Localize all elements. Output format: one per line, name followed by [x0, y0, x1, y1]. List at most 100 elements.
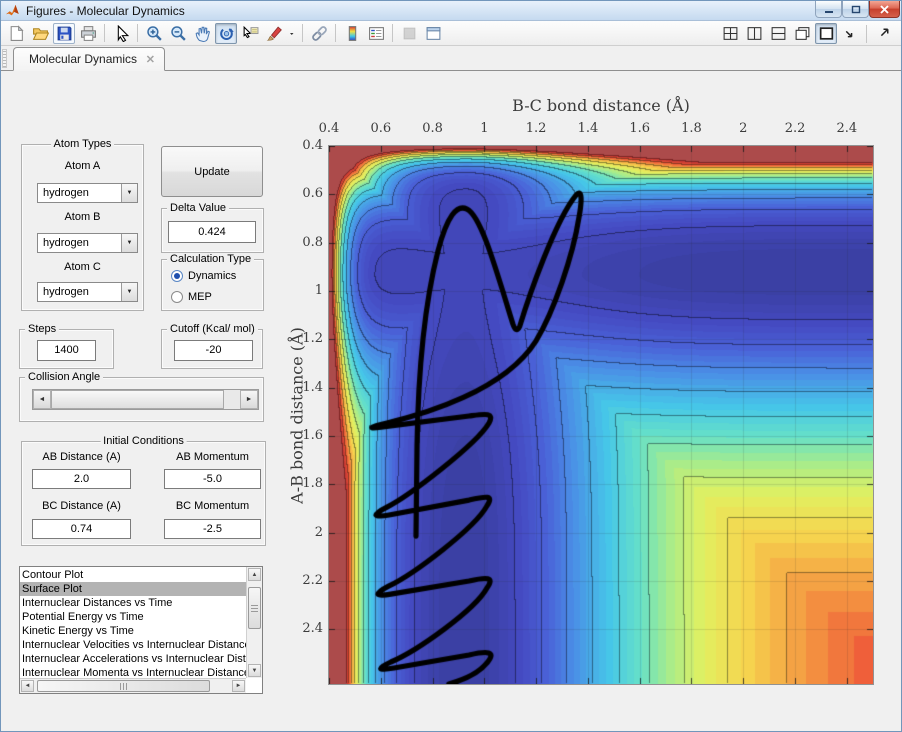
figure-palette-icon[interactable] — [422, 23, 444, 44]
ab-distance-label: AB Distance (A) — [32, 451, 131, 463]
list-item[interactable]: Internuclear Accelerations vs Internucle… — [20, 652, 246, 666]
minimize-button[interactable] — [815, 1, 842, 18]
x-tick-label: 2 — [726, 121, 760, 136]
matlab-icon — [5, 3, 20, 18]
listbox-horizontal-scrollbar[interactable]: ◄ ► — [20, 678, 246, 693]
listbox-vertical-scrollbar[interactable]: ▲ ▼ — [246, 567, 262, 678]
ab-momentum-field[interactable]: -5.0 — [164, 469, 261, 489]
layout-maximized-icon[interactable] — [815, 23, 837, 44]
tab-strip-grip-icon[interactable] — [2, 49, 7, 68]
list-item[interactable]: Contour Plot — [20, 568, 246, 582]
chevron-down-icon[interactable]: ▼ — [121, 283, 137, 301]
chevron-down-icon[interactable]: ▼ — [121, 234, 137, 252]
toolbar-right — [718, 21, 895, 46]
list-item[interactable]: Potential Energy vs Time — [20, 610, 246, 624]
update-button[interactable]: Update — [161, 146, 263, 197]
x-tick-label: 1.2 — [519, 121, 553, 136]
list-item[interactable]: Surface Plot — [20, 582, 246, 596]
list-item[interactable]: Internuclear Distances vs Time — [20, 596, 246, 610]
y-tick-label: 1 — [279, 283, 323, 298]
bc-momentum-field[interactable]: -2.5 — [164, 519, 261, 539]
zoom-out-icon[interactable] — [167, 23, 189, 44]
radio-mep[interactable]: MEP — [171, 291, 212, 303]
scroll-left-icon[interactable]: ◄ — [21, 680, 34, 692]
ab-distance-field[interactable]: 2.0 — [32, 469, 131, 489]
scroll-right-icon[interactable]: ► — [232, 680, 245, 692]
list-item[interactable]: Kinetic Energy vs Time — [20, 624, 246, 638]
toolbar-separator — [302, 24, 303, 42]
chevron-down-icon[interactable]: ▼ — [121, 184, 137, 202]
x-tick-label: 1.6 — [623, 121, 657, 136]
ab-momentum-label: AB Momentum — [164, 451, 261, 463]
x-axis-title: B-C bond distance (Å) — [431, 96, 771, 115]
horizontal-scroll-thumb[interactable] — [37, 680, 210, 692]
radio-unselected-icon — [171, 291, 183, 303]
list-item[interactable]: Internuclear Velocities vs Internuclear … — [20, 638, 246, 652]
toolbar-separator — [137, 24, 138, 42]
save-figure-icon[interactable] — [53, 23, 75, 44]
layout-left-right-icon[interactable] — [743, 23, 765, 44]
collision-angle-slider[interactable]: ◄ ► — [32, 389, 259, 410]
y-tick-label: 2 — [279, 525, 323, 540]
atom-a-dropdown[interactable]: hydrogen ▼ — [37, 183, 138, 203]
x-tick-label: 1.8 — [674, 121, 708, 136]
insert-colorbar-icon[interactable] — [341, 23, 363, 44]
slider-right-arrow-icon[interactable]: ► — [240, 390, 258, 409]
initial-conditions-title: Initial Conditions — [100, 435, 187, 447]
link-plot-icon[interactable] — [308, 23, 330, 44]
delta-value-field[interactable]: 0.424 — [168, 221, 256, 243]
steps-field[interactable]: 1400 — [37, 340, 96, 361]
scroll-down-icon[interactable]: ▼ — [248, 664, 261, 677]
radio-selected-icon — [171, 270, 183, 282]
rotate-3d-icon[interactable] — [215, 23, 237, 44]
x-tick-label: 0.6 — [364, 121, 398, 136]
brush-dropdown-caret[interactable] — [287, 23, 297, 44]
slider-left-arrow-icon[interactable]: ◄ — [33, 390, 51, 409]
slider-thumb[interactable] — [51, 390, 224, 409]
layout-float-icon[interactable] — [791, 23, 813, 44]
data-cursor-icon[interactable] — [239, 23, 261, 44]
undock-icon[interactable] — [872, 23, 894, 44]
delta-value-title: Delta Value — [167, 202, 229, 214]
toolbar-separator — [866, 25, 867, 43]
layout-grid-icon[interactable] — [719, 23, 741, 44]
y-tick-label: 1.6 — [279, 428, 323, 443]
contour-plot-canvas[interactable] — [328, 145, 874, 685]
figures-window: Figures - Molecular Dynamics Molecular D… — [0, 0, 902, 732]
bc-distance-field[interactable]: 0.74 — [32, 519, 131, 539]
radio-dynamics[interactable]: Dynamics — [171, 270, 236, 282]
atom-b-dropdown[interactable]: hydrogen ▼ — [37, 233, 138, 253]
list-item[interactable]: Internuclear Momenta vs Internuclear Dis… — [20, 666, 246, 678]
edit-plot-icon[interactable] — [110, 23, 132, 44]
atom-c-label: Atom C — [1, 261, 164, 273]
brush-data-icon[interactable] — [263, 23, 285, 44]
tab-molecular-dynamics[interactable]: Molecular Dynamics ✕ — [13, 47, 165, 71]
cutoff-field[interactable]: -20 — [174, 340, 253, 361]
x-tick-label: 2.2 — [778, 121, 812, 136]
pan-icon[interactable] — [191, 23, 213, 44]
zoom-in-icon[interactable] — [143, 23, 165, 44]
plot-type-listbox[interactable]: Contour PlotSurface PlotInternuclear Dis… — [19, 566, 263, 694]
y-axis-title: A-B bond distance (Å) — [288, 276, 307, 556]
close-button[interactable] — [869, 1, 900, 18]
layout-top-bottom-icon[interactable] — [767, 23, 789, 44]
toolbar-separator — [392, 24, 393, 42]
print-figure-icon[interactable] — [77, 23, 99, 44]
new-figure-icon[interactable] — [5, 23, 27, 44]
open-file-icon[interactable] — [29, 23, 51, 44]
atom-c-dropdown[interactable]: hydrogen ▼ — [37, 282, 138, 302]
insert-legend-icon[interactable] — [365, 23, 387, 44]
vertical-scroll-thumb[interactable] — [248, 587, 261, 629]
tab-close-icon[interactable]: ✕ — [146, 53, 155, 66]
y-tick-label: 1.2 — [279, 331, 323, 346]
y-tick-label: 2.2 — [279, 573, 323, 588]
y-tick-label: 0.8 — [279, 235, 323, 250]
maximize-button[interactable] — [842, 1, 869, 18]
minimize-panel-icon[interactable] — [839, 23, 861, 44]
title-bar[interactable]: Figures - Molecular Dynamics — [1, 1, 901, 21]
calculation-type-title: Calculation Type — [167, 253, 254, 265]
scroll-up-icon[interactable]: ▲ — [248, 568, 261, 581]
atom-a-label: Atom A — [1, 160, 164, 172]
window-title: Figures - Molecular Dynamics — [26, 4, 185, 18]
bc-momentum-label: BC Momentum — [164, 500, 261, 512]
